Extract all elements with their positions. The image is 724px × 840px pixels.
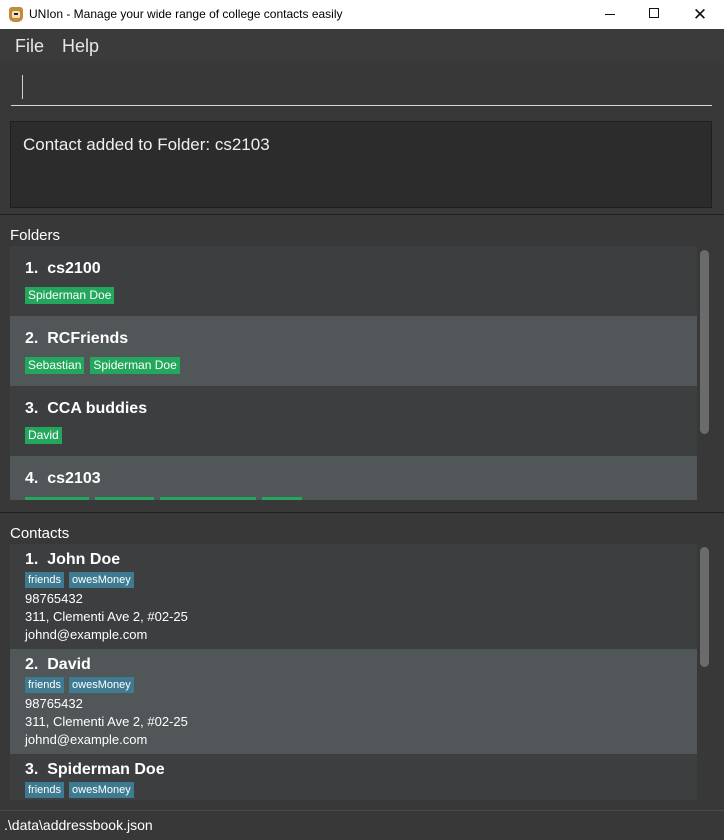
menu-help[interactable]: Help bbox=[62, 36, 99, 57]
contact-tag: owesMoney bbox=[69, 782, 134, 798]
folder-member-tag bbox=[95, 497, 154, 500]
folder-list[interactable]: 1. cs2100 Spiderman Doe 2. RCFriends Seb… bbox=[10, 246, 697, 500]
contact-address: 311, Clementi Ave 2, #02-25 bbox=[25, 714, 188, 729]
folder-card[interactable]: 1. cs2100 Spiderman Doe bbox=[10, 246, 697, 316]
contact-list[interactable]: 1. John Doe friends owesMoney 98765432 3… bbox=[10, 544, 697, 800]
contact-name: David bbox=[47, 656, 91, 673]
close-button[interactable]: ✕ bbox=[677, 0, 723, 29]
minimize-button[interactable] bbox=[587, 0, 633, 29]
contact-email: johnd@example.com bbox=[25, 627, 148, 642]
folder-card[interactable]: 3. CCA buddies David bbox=[10, 386, 697, 456]
save-location: .\data\addressbook.json bbox=[4, 817, 153, 833]
contact-tag: friends bbox=[25, 782, 65, 798]
contact-email: johnd@example.com bbox=[25, 732, 148, 747]
contact-name: John Doe bbox=[47, 551, 121, 568]
contact-name: Spiderman Doe bbox=[47, 761, 165, 778]
command-box bbox=[0, 63, 724, 116]
folder-members bbox=[25, 497, 302, 500]
app-logo-icon bbox=[9, 7, 23, 22]
folder-name: cs2103 bbox=[47, 470, 101, 487]
contact-title: 3. Spiderman Doe bbox=[25, 761, 165, 779]
folder-index: 2. bbox=[25, 330, 39, 347]
contact-tags: friends owesMoney bbox=[25, 572, 134, 588]
folder-name: RCFriends bbox=[47, 330, 129, 347]
status-bar: .\data\addressbook.json bbox=[0, 810, 724, 840]
contact-tag: owesMoney bbox=[69, 677, 134, 693]
window-title: UNIon - Manage your wide range of colleg… bbox=[29, 7, 343, 21]
contacts-scrollbar[interactable] bbox=[697, 544, 712, 800]
contact-tags: friends owesMoney bbox=[25, 677, 134, 693]
contact-tag: owesMoney bbox=[69, 572, 134, 588]
folder-card[interactable]: 2. RCFriends Sebastian Spiderman Doe bbox=[10, 316, 697, 386]
contact-index: 2. bbox=[25, 656, 39, 673]
folders-panel: Folders 1. cs2100 Spiderman Doe 2. RCFri… bbox=[0, 214, 724, 512]
contact-tag: friends bbox=[25, 572, 65, 588]
text-caret bbox=[22, 75, 23, 99]
folder-title: 1. cs2100 bbox=[25, 260, 101, 278]
folder-title: 2. RCFriends bbox=[25, 330, 128, 348]
folders-scroll-thumb[interactable] bbox=[700, 250, 709, 434]
folder-members: Spiderman Doe bbox=[25, 287, 115, 304]
contact-index: 3. bbox=[25, 761, 39, 778]
contact-index: 1. bbox=[25, 551, 39, 568]
folder-index: 1. bbox=[25, 260, 39, 277]
folder-index: 3. bbox=[25, 400, 39, 417]
result-display: Contact added to Folder: cs2103 bbox=[10, 121, 712, 208]
title-bar: UNIon - Manage your wide range of colleg… bbox=[0, 0, 724, 29]
command-input[interactable] bbox=[11, 72, 712, 106]
contacts-panel: Contacts 1. John Doe friends owesMoney 9… bbox=[0, 512, 724, 810]
contact-card[interactable]: 2. David friends owesMoney 98765432 311,… bbox=[10, 649, 697, 754]
folder-name: cs2100 bbox=[47, 260, 101, 277]
folder-member-tag bbox=[160, 497, 256, 500]
folders-heading: Folders bbox=[10, 227, 61, 244]
maximize-button[interactable] bbox=[632, 0, 678, 29]
folder-member-tag: Spiderman Doe bbox=[90, 357, 180, 374]
folder-member-tag bbox=[25, 497, 89, 500]
close-icon: ✕ bbox=[692, 5, 708, 25]
folders-scrollbar[interactable] bbox=[697, 246, 712, 500]
folder-members: Sebastian Spiderman Doe bbox=[25, 357, 180, 374]
folder-title: 4. cs2103 bbox=[25, 470, 101, 488]
menu-file[interactable]: File bbox=[15, 36, 44, 57]
contact-phone: 98765432 bbox=[25, 591, 83, 606]
folder-members: David bbox=[25, 427, 62, 444]
maximize-icon bbox=[649, 8, 659, 18]
contact-tag: friends bbox=[25, 677, 65, 693]
folder-member-tag: Spiderman Doe bbox=[25, 287, 115, 304]
contact-title: 1. John Doe bbox=[25, 551, 120, 569]
contacts-scroll-thumb[interactable] bbox=[700, 547, 709, 667]
contact-phone: 98765432 bbox=[25, 696, 83, 711]
folder-member-tag: David bbox=[25, 427, 62, 444]
contact-card[interactable]: 1. John Doe friends owesMoney 98765432 3… bbox=[10, 544, 697, 649]
result-pane: Contact added to Folder: cs2103 bbox=[0, 116, 724, 214]
contact-tags: friends owesMoney bbox=[25, 782, 134, 798]
folder-name: CCA buddies bbox=[47, 400, 148, 417]
folder-member-tag: Sebastian bbox=[25, 357, 85, 374]
contact-address: 311, Clementi Ave 2, #02-25 bbox=[25, 609, 188, 624]
folder-card[interactable]: 4. cs2103 bbox=[10, 456, 697, 500]
contact-title: 2. David bbox=[25, 656, 91, 674]
folder-index: 4. bbox=[25, 470, 39, 487]
contact-card[interactable]: 3. Spiderman Doe friends owesMoney bbox=[10, 754, 697, 800]
folder-member-tag bbox=[262, 497, 302, 500]
contacts-heading: Contacts bbox=[10, 525, 70, 542]
folder-title: 3. CCA buddies bbox=[25, 400, 147, 418]
minimize-icon bbox=[605, 14, 615, 15]
menu-bar: File Help bbox=[0, 29, 724, 63]
